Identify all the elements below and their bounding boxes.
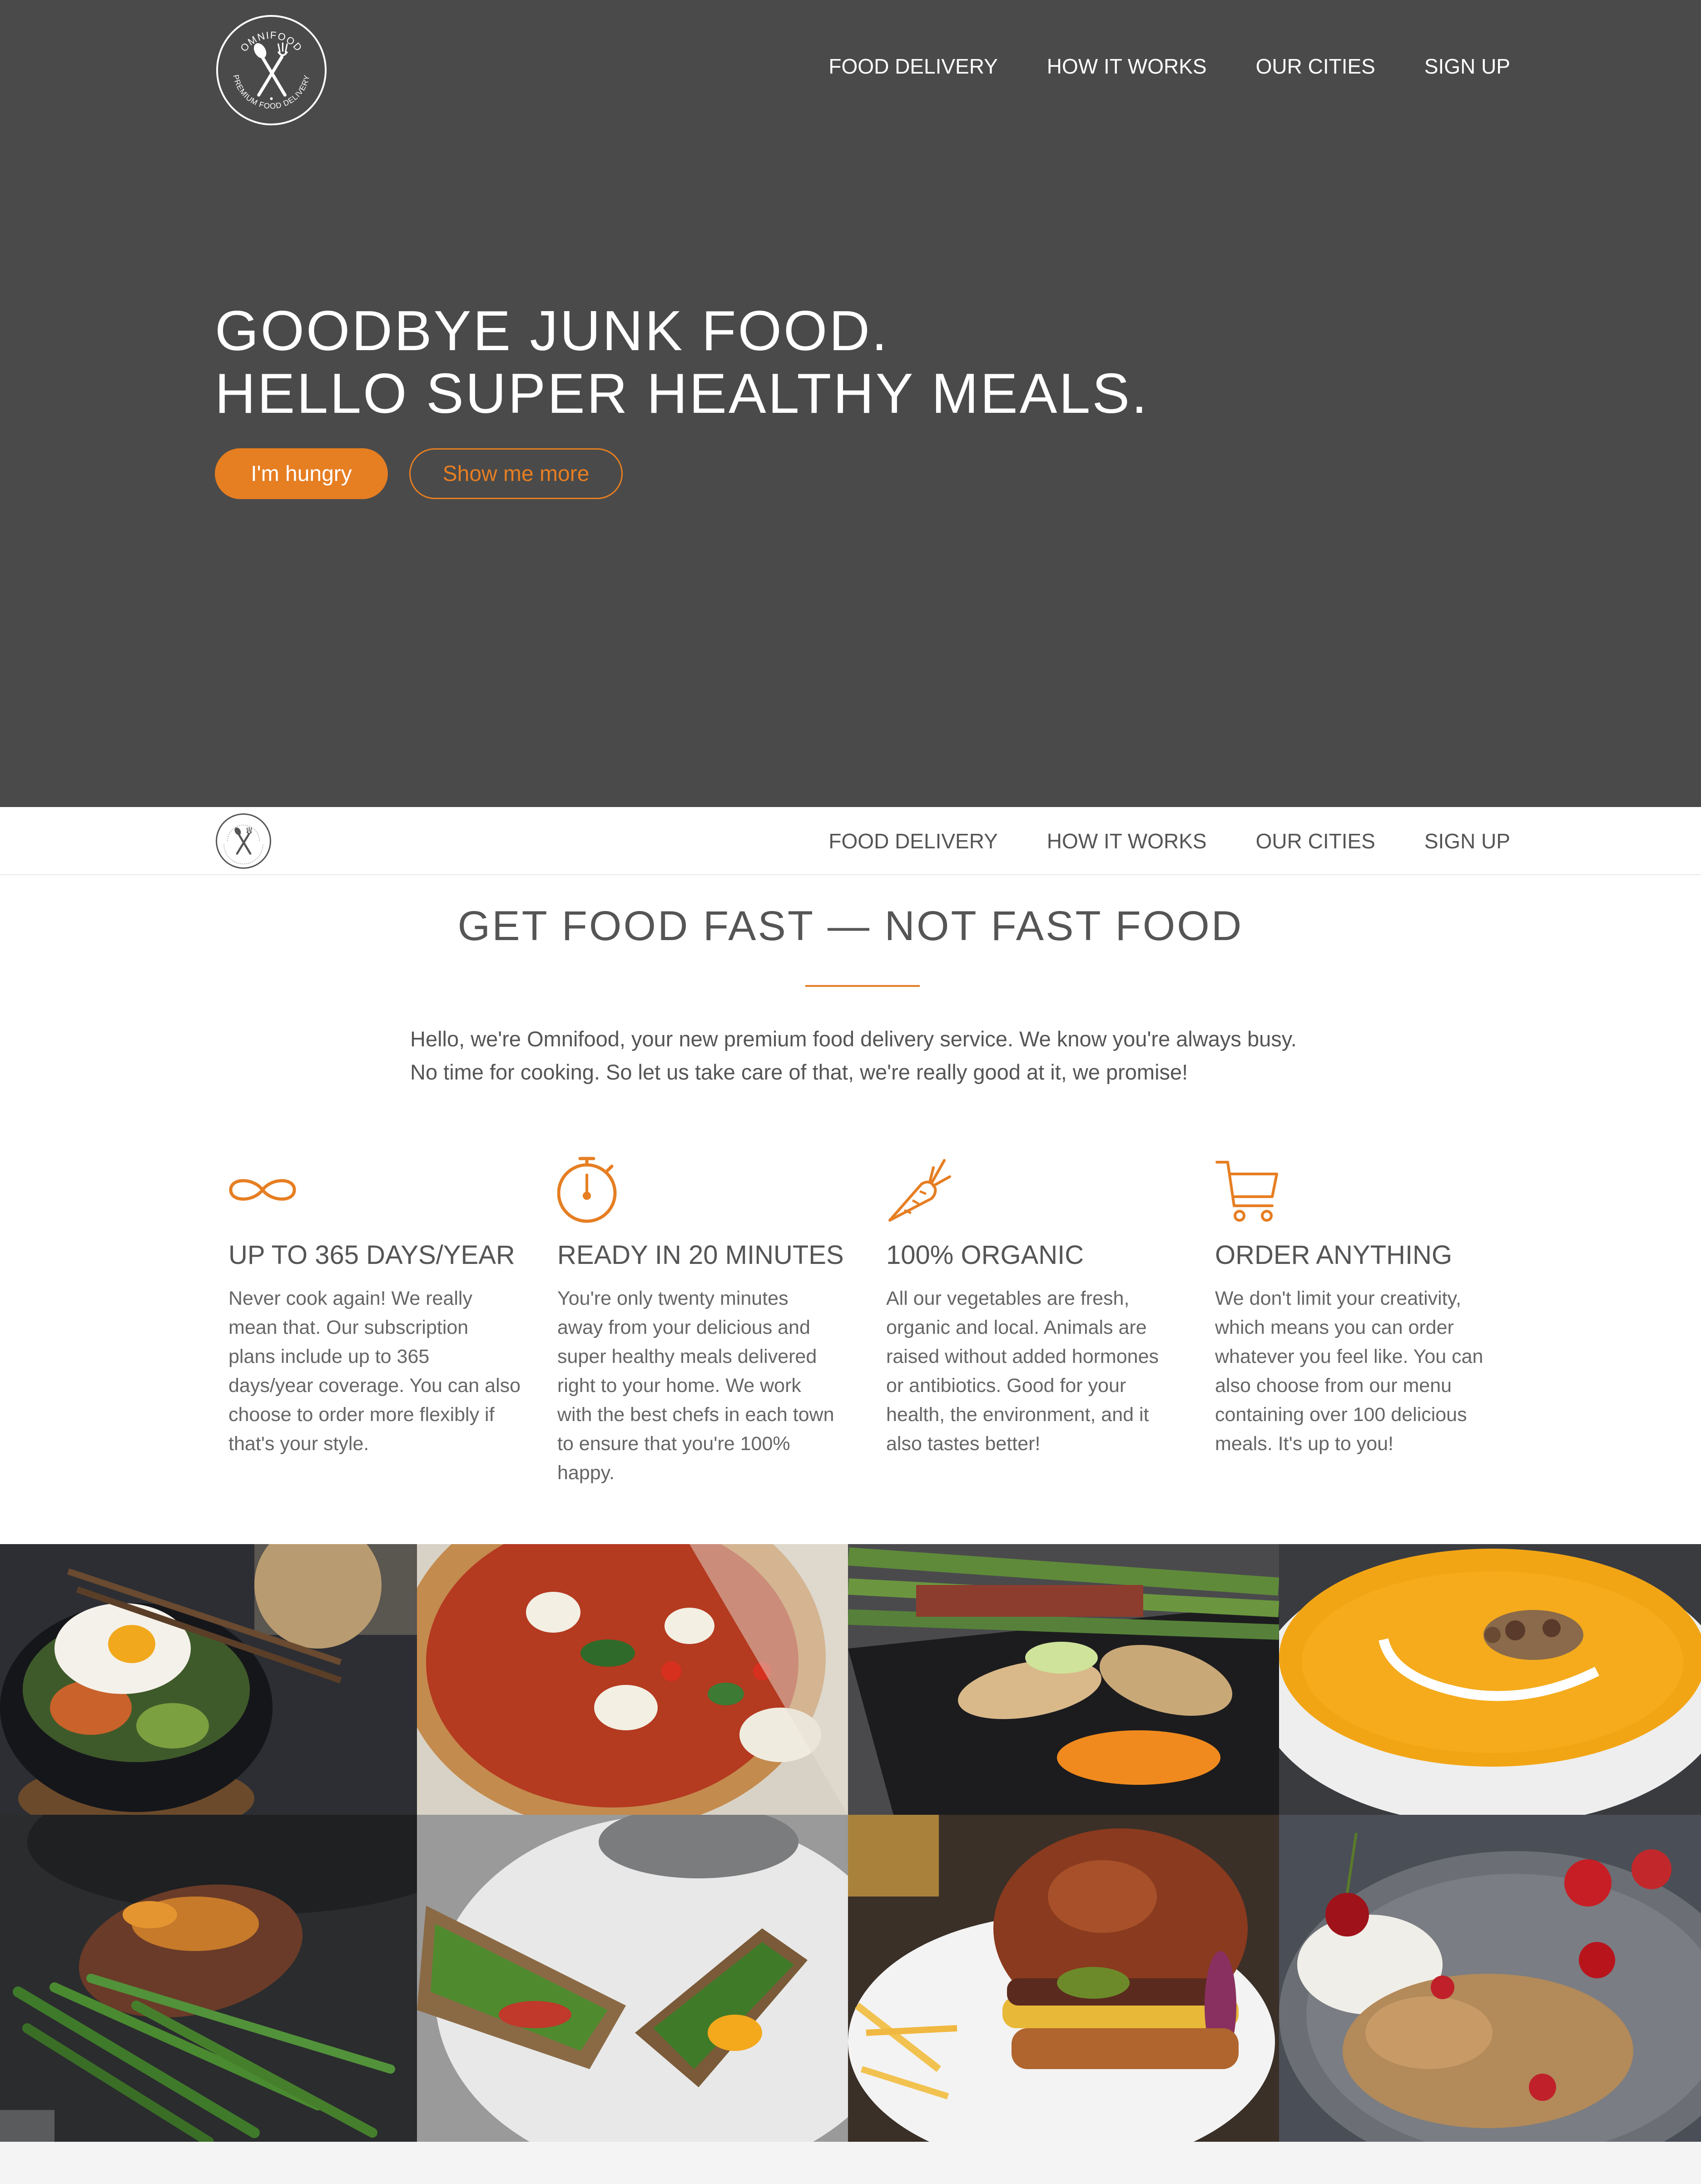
- feature-text: Never cook again! We really mean that. O…: [228, 1284, 521, 1458]
- feature-text-line: Never cook again! We really: [228, 1288, 472, 1309]
- sticky-nav-link-our-cities[interactable]: OUR CITIES: [1256, 829, 1375, 853]
- feature-text-line: away from your delicious and: [557, 1317, 810, 1338]
- intro-paragraph: Hello, we're Omnifood, your new premium …: [410, 1022, 1341, 1089]
- feature-title: UP TO 365 DAYS/YEAR: [228, 1240, 515, 1270]
- hero-heading: GOODBYE JUNK FOOD. HELLO SUPER HEALTHY M…: [215, 300, 1149, 425]
- feature-text-line: that's your style.: [228, 1433, 369, 1455]
- feature-text-line: which means you can order: [1215, 1317, 1454, 1338]
- feature-text-line: plans include up to 365: [228, 1346, 430, 1367]
- chicken-asparagus-photo[interactable]: [848, 1544, 1279, 1815]
- feature-title: 100% ORGANIC: [886, 1240, 1084, 1270]
- feature-box: READY IN 20 MINUTES You're only twenty m…: [557, 1156, 848, 1487]
- feature-box: ORDER ANYTHING We don't limit your creat…: [1215, 1156, 1506, 1458]
- feature-text-line: mean that. Our subscription: [228, 1317, 469, 1338]
- feature-text: You're only twenty minutes away from you…: [557, 1284, 848, 1487]
- footer-strip: [0, 2142, 1701, 2184]
- burger-fries-photo[interactable]: [848, 1815, 1279, 2142]
- title-underline: [805, 985, 920, 987]
- hero-heading-line2: HELLO SUPER HEALTHY MEALS.: [215, 362, 1149, 425]
- hero-heading-line1: GOODBYE JUNK FOOD.: [215, 300, 889, 362]
- feature-text-line: whatever you feel like. You can: [1215, 1346, 1483, 1367]
- feature-text-line: You're only twenty minutes: [557, 1288, 789, 1309]
- nav-link-food-delivery[interactable]: FOOD DELIVERY: [828, 54, 997, 79]
- main-nav: FOOD DELIVERY HOW IT WORKS OUR CITIES SI…: [779, 54, 1510, 79]
- feature-text-line: All our vegetables are fresh,: [886, 1288, 1130, 1309]
- svg-text:OMNIFOOD: OMNIFOOD: [238, 29, 305, 54]
- omnifood-logo-small[interactable]: [215, 812, 272, 870]
- feature-text-line: right to your home. We work: [557, 1375, 801, 1397]
- section-title: GET FOOD FAST — NOT FAST FOOD: [457, 903, 1244, 949]
- intro-line: No time for cooking. So let us take care…: [410, 1060, 1188, 1084]
- nav-link-our-cities[interactable]: OUR CITIES: [1256, 54, 1375, 79]
- feature-text-line: or antibiotics. Good for your: [886, 1375, 1126, 1397]
- sandwich-photo[interactable]: [417, 1815, 848, 2142]
- feature-text-line: happy.: [557, 1462, 615, 1484]
- feature-text-line: raised without added hormones: [886, 1346, 1159, 1367]
- feature-text-line: We don't limit your creativity,: [1215, 1288, 1461, 1309]
- nav-link-how-it-works[interactable]: HOW IT WORKS: [1047, 54, 1207, 79]
- cart-icon: [1215, 1161, 1278, 1222]
- feature-text-line: choose to order more flexibly if: [228, 1404, 495, 1426]
- feature-text: All our vegetables are fresh, organic an…: [886, 1284, 1177, 1458]
- sticky-nav: FOOD DELIVERY HOW IT WORKS OUR CITIES SI…: [779, 828, 1510, 854]
- feature-text-line: also tastes better!: [886, 1433, 1041, 1455]
- carrot-icon: [888, 1159, 951, 1222]
- logo-top-text: OMNIFOOD: [238, 29, 304, 54]
- sticky-nav-bar: FOOD DELIVERY HOW IT WORKS OUR CITIES SI…: [0, 807, 1701, 875]
- feature-text: We don't limit your creativity, which me…: [1215, 1284, 1506, 1458]
- feature-title: READY IN 20 MINUTES: [557, 1240, 844, 1270]
- stopwatch-icon: [557, 1157, 617, 1223]
- feature-text-line: to ensure that you're 100%: [557, 1433, 790, 1455]
- feature-text-line: also choose from our menu: [1215, 1375, 1452, 1397]
- sticky-nav-link-food-delivery[interactable]: FOOD DELIVERY: [828, 829, 997, 853]
- feature-box: 100% ORGANIC All our vegetables are fres…: [886, 1156, 1177, 1458]
- steak-greenbeans-photo[interactable]: [0, 1815, 417, 2142]
- pizza-photo[interactable]: [417, 1544, 848, 1815]
- granola-cherries-photo[interactable]: [1279, 1815, 1701, 2142]
- infinity-icon: [229, 1179, 296, 1201]
- sticky-nav-link-sign-up[interactable]: SIGN UP: [1424, 829, 1510, 853]
- feature-text-line: containing over 100 delicious: [1215, 1404, 1467, 1426]
- feature-text-line: super healthy meals delivered: [557, 1346, 817, 1367]
- meals-gallery: [0, 1544, 1701, 2142]
- feature-text-line: days/year coverage. You can also: [228, 1375, 521, 1397]
- feature-text-line: health, the environment, and it: [886, 1404, 1149, 1426]
- intro-line: Hello, we're Omnifood, your new premium …: [410, 1027, 1297, 1051]
- svg-text:PREMIUM FOOD DELIVERY: PREMIUM FOOD DELIVERY: [231, 74, 311, 111]
- features-section: GET FOOD FAST — NOT FAST FOOD Hello, we'…: [0, 875, 1701, 1544]
- feature-box: UP TO 365 DAYS/YEAR Never cook again! We…: [228, 1156, 521, 1458]
- feature-text-line: meals. It's up to you!: [1215, 1433, 1394, 1455]
- sticky-nav-link-how-it-works[interactable]: HOW IT WORKS: [1047, 829, 1207, 853]
- bibimbap-photo[interactable]: [0, 1544, 417, 1815]
- feature-text-line: with the best chefs in each town: [557, 1404, 834, 1426]
- omnifood-logo[interactable]: OMNIFOOD PREMIUM FOOD DELIVERY: [215, 14, 328, 127]
- feature-title: ORDER ANYTHING: [1215, 1240, 1453, 1270]
- nav-link-sign-up[interactable]: SIGN UP: [1424, 54, 1510, 79]
- feature-text-line: organic and local. Animals are: [886, 1317, 1147, 1338]
- im-hungry-button[interactable]: I'm hungry: [215, 448, 388, 499]
- hero-section: OMNIFOOD PREMIUM FOOD DELIVERY FOOD DELI…: [0, 0, 1701, 807]
- logo-bottom-text: PREMIUM FOOD DELIVERY: [231, 74, 311, 111]
- pumpkin-soup-photo[interactable]: [1279, 1544, 1701, 1815]
- show-me-more-button[interactable]: Show me more: [409, 448, 623, 499]
